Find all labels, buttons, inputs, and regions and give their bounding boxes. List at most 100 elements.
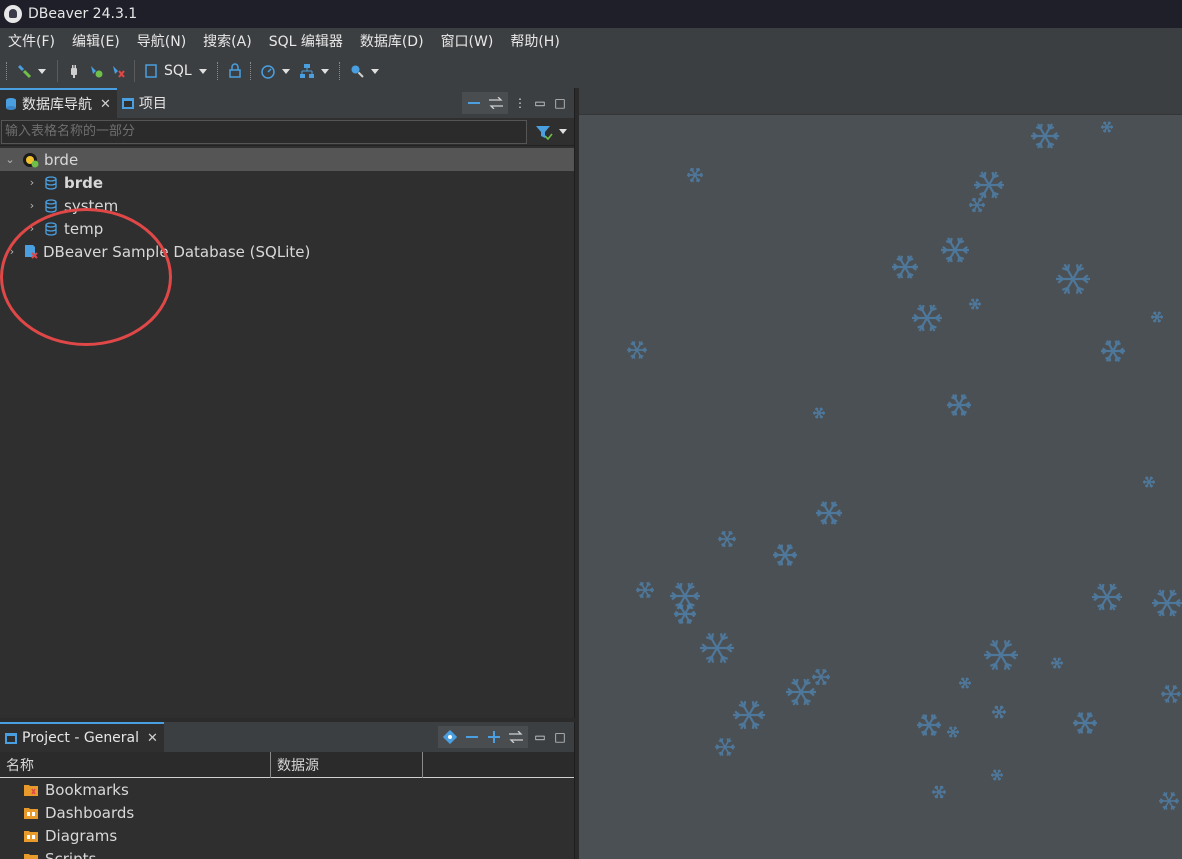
tab-label: 数据库导航 xyxy=(22,97,92,113)
snowflake-icon xyxy=(1101,340,1125,362)
chevron-right-icon[interactable]: › xyxy=(26,176,38,189)
main-toolbar: SQL xyxy=(0,54,1182,88)
snowflake-icon xyxy=(700,632,734,664)
close-icon[interactable]: ✕ xyxy=(147,731,158,746)
link-with-editor-icon[interactable] xyxy=(488,95,504,111)
toolbar-grip xyxy=(249,62,253,80)
tree-node-sample-connection[interactable]: › DBeaver Sample Database (SQLite) xyxy=(0,240,574,263)
menu-file[interactable]: 文件(F) xyxy=(0,31,64,51)
project-panel: Project - General ✕ ▭ □ 名称 数据源 Bookmarks… xyxy=(0,722,575,859)
chevron-right-icon[interactable]: › xyxy=(26,199,38,212)
snowflake-icon xyxy=(733,700,765,730)
view-menu-icon[interactable]: ⋮ xyxy=(512,95,528,111)
new-connection-dropdown[interactable] xyxy=(38,68,46,74)
sql-button-label[interactable]: SQL xyxy=(164,63,192,79)
tree-node-database[interactable]: › temp xyxy=(0,217,574,240)
column-datasource[interactable]: 数据源 xyxy=(271,751,423,778)
chevron-right-icon[interactable]: › xyxy=(26,222,38,235)
menu-sql-editor[interactable]: SQL 编辑器 xyxy=(261,31,352,51)
snowflake-icon xyxy=(1143,476,1155,488)
snowflake-icon xyxy=(969,298,981,310)
bookmarks-folder-icon xyxy=(24,784,38,796)
filter-dropdown[interactable] xyxy=(559,129,567,134)
diagram-dropdown[interactable] xyxy=(320,68,329,74)
menu-help[interactable]: 帮助(H) xyxy=(502,31,568,51)
database-icon xyxy=(45,221,57,236)
project-item-scripts[interactable]: Scripts xyxy=(0,847,574,859)
connection-label: brde xyxy=(44,150,79,169)
project-item-label: Bookmarks xyxy=(45,780,129,799)
expanded-chevron-icon[interactable]: ⌄ xyxy=(4,153,16,166)
sql-editor-icon[interactable] xyxy=(143,63,159,79)
tab-project-general[interactable]: Project - General ✕ xyxy=(0,722,164,752)
tab-projects[interactable]: 项目 xyxy=(117,88,173,118)
snowflake-icon xyxy=(813,407,825,419)
schema-diagram-icon[interactable] xyxy=(299,63,315,79)
menu-window[interactable]: 窗口(W) xyxy=(433,31,503,51)
expand-all-icon[interactable] xyxy=(486,729,502,745)
dashboard-gauge-icon[interactable] xyxy=(260,63,276,79)
snowflake-icon xyxy=(959,677,971,689)
tree-node-connection[interactable]: ⌄ brde xyxy=(0,148,574,171)
snowflake-icon xyxy=(816,501,842,525)
snowflake-icon xyxy=(786,678,816,706)
collapse-all-icon[interactable] xyxy=(466,95,482,111)
database-navigator-panel: 数据库导航 ✕ 项目 ⋮ ▭ □ ⌄ brde › xyxy=(0,88,575,718)
toolbar-grip xyxy=(338,62,342,80)
connect-plug-icon[interactable] xyxy=(66,63,82,79)
snowflake-icon xyxy=(773,544,797,566)
snowflake-icon xyxy=(1151,311,1163,323)
editor-area xyxy=(579,88,1182,859)
snowflake-icon xyxy=(992,705,1006,719)
navigator-tree: ⌄ brde › brde › system › temp › DBeaver … xyxy=(0,146,574,263)
close-icon[interactable]: ✕ xyxy=(100,97,111,112)
reconnect-icon[interactable] xyxy=(88,63,104,79)
tree-node-database[interactable]: › brde xyxy=(0,171,574,194)
menu-navigate[interactable]: 导航(N) xyxy=(129,31,195,51)
tab-label: 项目 xyxy=(138,96,167,112)
menu-edit[interactable]: 编辑(E) xyxy=(64,31,129,51)
disconnect-icon[interactable] xyxy=(110,63,126,79)
chevron-right-icon[interactable]: › xyxy=(6,245,18,258)
toolbar-grip xyxy=(216,62,220,80)
tab-label: Project - General xyxy=(22,730,140,746)
menu-bar: 文件(F) 编辑(E) 导航(N) 搜索(A) SQL 编辑器 数据库(D) 窗… xyxy=(0,28,1182,54)
search-dropdown[interactable] xyxy=(370,68,379,74)
filter-icon[interactable] xyxy=(535,124,553,140)
menu-search[interactable]: 搜索(A) xyxy=(195,31,261,51)
navigator-filter-input[interactable] xyxy=(1,119,527,144)
transaction-lock-icon[interactable] xyxy=(227,63,243,79)
connection-icon xyxy=(23,152,39,167)
dashboards-folder-icon xyxy=(24,807,38,819)
collapse-all-icon[interactable] xyxy=(464,729,480,745)
snowflake-icon xyxy=(812,668,830,686)
new-connection-icon[interactable] xyxy=(16,63,32,79)
tree-node-database[interactable]: › system xyxy=(0,194,574,217)
dashboard-dropdown[interactable] xyxy=(281,68,290,74)
tab-database-navigator[interactable]: 数据库导航 ✕ xyxy=(0,88,117,118)
project-item-diagrams[interactable]: Diagrams xyxy=(0,824,574,847)
snowflake-icon xyxy=(627,340,647,360)
minimize-icon[interactable]: ▭ xyxy=(532,95,548,111)
project-item-label: Diagrams xyxy=(45,826,118,845)
snowflake-icon xyxy=(1092,583,1122,611)
sql-dropdown[interactable] xyxy=(198,68,207,74)
title-bar: DBeaver 24.3.1 xyxy=(0,0,1182,28)
column-name[interactable]: 名称 xyxy=(0,751,271,778)
sqlite-disconnected-icon xyxy=(25,244,38,259)
project-item-dashboards[interactable]: Dashboards xyxy=(0,801,574,824)
project-item-bookmarks[interactable]: Bookmarks xyxy=(0,778,574,801)
snowflake-icon xyxy=(947,726,959,738)
database-label: brde xyxy=(64,173,104,192)
minimize-icon[interactable]: ▭ xyxy=(532,729,548,745)
database-icon xyxy=(45,175,57,190)
window-title: DBeaver 24.3.1 xyxy=(28,6,138,22)
configure-icon[interactable] xyxy=(442,729,458,745)
maximize-icon[interactable]: □ xyxy=(552,95,568,111)
link-with-editor-icon[interactable] xyxy=(508,729,524,745)
search-icon[interactable] xyxy=(349,63,365,79)
snowflake-icon xyxy=(687,167,703,183)
menu-database[interactable]: 数据库(D) xyxy=(352,31,433,51)
database-navigator-icon xyxy=(6,98,16,110)
maximize-icon[interactable]: □ xyxy=(552,729,568,745)
